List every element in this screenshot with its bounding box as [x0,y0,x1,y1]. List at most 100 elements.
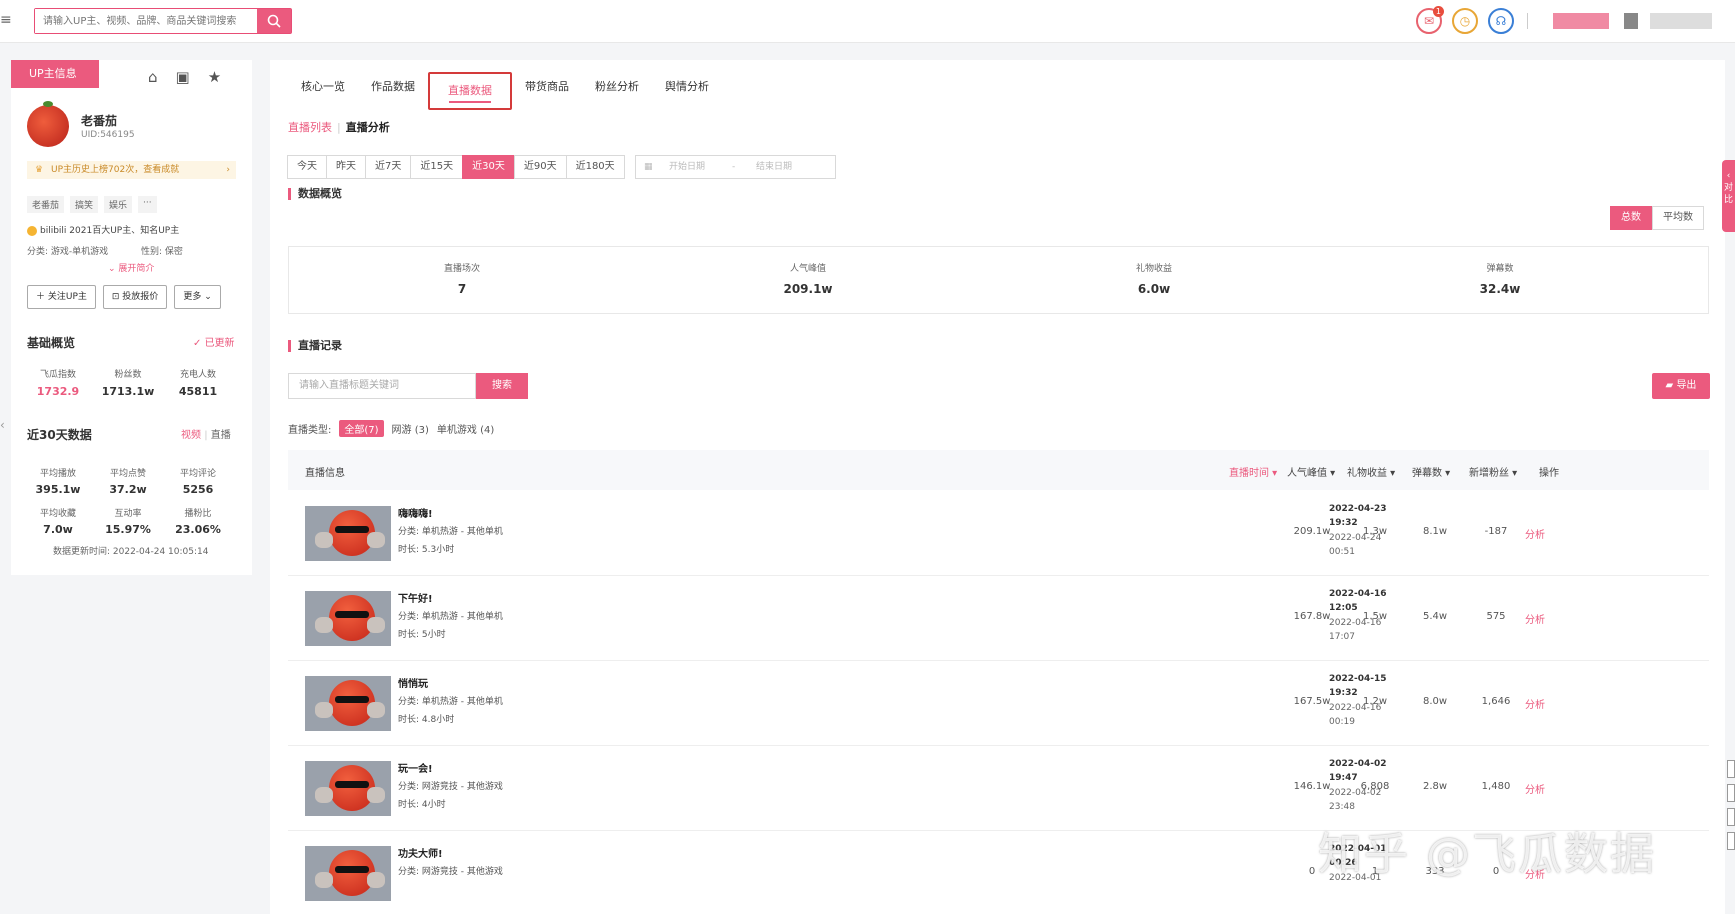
side-tool[interactable] [1727,784,1735,802]
tag[interactable]: 娱乐 [104,196,133,213]
peak-value: 209.1w [1293,526,1331,537]
tab-opinion[interactable]: 舆情分析 [652,76,722,114]
peak-value: 167.5w [1293,696,1331,707]
avatar[interactable] [27,101,69,147]
more-label: 更多 [183,292,202,302]
end-date[interactable]: 结束日期 [756,156,792,178]
type-single[interactable]: 单机游戏 (4) [437,421,494,436]
stat-value: 395.1w [35,483,81,496]
start-date[interactable]: 开始日期 [669,156,705,178]
date-range-picker[interactable]: ▦ 开始日期 - 结束日期 [635,155,836,179]
date-15d[interactable]: 近15天 [410,155,464,179]
average-button[interactable]: 平均数 [1652,206,1704,230]
stat-label: 播粉比 [184,509,212,519]
ov-danmu: 弹幕数 32.4w [1420,261,1580,296]
tab-core[interactable]: 核心一览 [288,76,358,114]
type-all[interactable]: 全部(7) [339,420,384,437]
compare-side-tab[interactable]: ‹ 对比 [1722,160,1735,232]
live-duration: 时长: 4小时 [398,800,446,810]
export-button[interactable]: ▰ 导出 [1652,373,1710,399]
global-search-input[interactable] [35,9,257,33]
overview-title: 数据概览 [288,188,342,200]
video-icon[interactable]: ▣ [176,68,190,86]
table-header: 直播信息 直播时间 ▾ 人气峰值 ▾ 礼物收益 ▾ 弹幕数 ▾ 新增粉丝 ▾ 操… [288,450,1709,490]
headset-icon[interactable]: ☊ [1488,8,1514,34]
type-online[interactable]: 网游 (3) [392,421,429,436]
stat-label: 平均收藏 [39,509,76,519]
up-info-panel: UP主信息 ⌂ ▣ ★ 老番茄 UID:546195 ♛ UP主历史上榜702次… [11,60,252,575]
analyze-link[interactable]: 分析 [1525,611,1545,626]
tag-more[interactable]: ··· [138,196,157,213]
live-title[interactable]: 悄悄玩 [398,675,428,690]
danmu-value: 5.4w [1422,611,1448,622]
analyze-link[interactable]: 分析 [1525,781,1545,796]
quote-label: 投放报价 [122,292,159,302]
col-gift[interactable]: 礼物收益 ▾ [1347,464,1395,479]
col-time[interactable]: 直播时间 ▾ [1229,464,1277,479]
message-icon[interactable]: ✉ 1 [1416,6,1444,34]
keyword-search-button[interactable]: 搜索 [476,373,528,399]
tab-video[interactable]: 视频 [181,430,201,441]
star-icon[interactable]: ★ [208,68,221,86]
side-tool[interactable] [1727,760,1735,778]
stat-value: 1732.9 [36,385,80,398]
home-icon[interactable]: ⌂ [148,68,158,86]
tag[interactable]: 老番茄 [27,196,65,213]
tag[interactable]: 搞笑 [70,196,99,213]
coin-icon [27,225,37,236]
live-thumbnail[interactable] [305,846,391,901]
collapse-arrow-icon[interactable]: ‹ [0,418,5,432]
tab-works[interactable]: 作品数据 [358,76,428,114]
live-thumbnail[interactable] [305,676,391,731]
more-button[interactable]: 更多 ⌄ [174,285,221,309]
live-title[interactable]: 功夫大师! [398,845,443,860]
tab-separator: | [204,430,208,441]
tab-goods[interactable]: 带货商品 [512,76,582,114]
total-button[interactable]: 总数 [1610,206,1652,230]
live-title[interactable]: 嗨嗨嗨! [398,505,433,520]
user-name-blurred[interactable] [1553,13,1609,29]
date-today[interactable]: 今天 [287,155,327,179]
crumb-live-analysis[interactable]: 直播分析 [346,121,390,134]
tab-live[interactable]: 直播 [211,430,231,441]
live-title[interactable]: 下午好! [398,590,433,605]
expand-label: 展开简介 [118,264,155,274]
side-tool[interactable] [1727,832,1735,850]
menu-icon[interactable]: ≡ [0,12,12,28]
follow-button[interactable]: ＋ 关注UP主 [27,285,96,309]
tab-fans[interactable]: 粉丝分析 [582,76,652,114]
stat-avg-fav: 平均收藏 7.0w [23,506,93,536]
live-thumbnail[interactable] [305,761,391,816]
ov-peak: 人气峰值 209.1w [728,261,888,296]
user-avatar-blurred[interactable] [1624,13,1638,29]
gift-value: 1.3w [1362,526,1388,537]
expand-intro-link[interactable]: ⌄ 展开简介 [108,261,154,274]
live-thumbnail[interactable] [305,591,391,646]
tag-list: 老番茄 搞笑 娱乐 ··· [27,196,157,213]
clock-icon[interactable]: ◷ [1452,8,1478,34]
search-button[interactable] [257,9,291,33]
date-7d[interactable]: 近7天 [365,155,412,179]
danmu-value: 8.1w [1422,526,1448,537]
crumb-live-list[interactable]: 直播列表 [288,121,332,134]
col-danmu[interactable]: 弹幕数 ▾ [1412,464,1450,479]
analyze-link[interactable]: 分析 [1525,696,1545,711]
analyze-link[interactable]: 分析 [1525,526,1545,541]
date-90d[interactable]: 近90天 [513,155,567,179]
live-thumbnail[interactable] [305,506,391,561]
col-peak[interactable]: 人气峰值 ▾ [1287,464,1335,479]
tab-live-data[interactable]: 直播数据 [428,72,512,110]
live-title[interactable]: 玩一会! [398,760,433,775]
keyword-input[interactable]: 请输入直播标题关键词 [288,373,476,399]
side-tool[interactable] [1727,808,1735,826]
stat-avg-comment: 平均评论 5256 [163,466,233,496]
date-180d[interactable]: 近180天 [565,155,625,179]
quote-button[interactable]: ⊡ 投放报价 [102,285,168,309]
stat-value: 1713.1w [101,385,155,398]
live-duration: 时长: 4.8小时 [398,715,455,725]
history-banner[interactable]: ♛ UP主历史上榜702次，查看成就 › [27,161,236,179]
col-fans[interactable]: 新增粉丝 ▾ [1469,464,1517,479]
date-30d[interactable]: 近30天 [462,155,515,179]
date-yesterday[interactable]: 昨天 [326,155,366,179]
end-time: 00:51 [1329,547,1355,557]
